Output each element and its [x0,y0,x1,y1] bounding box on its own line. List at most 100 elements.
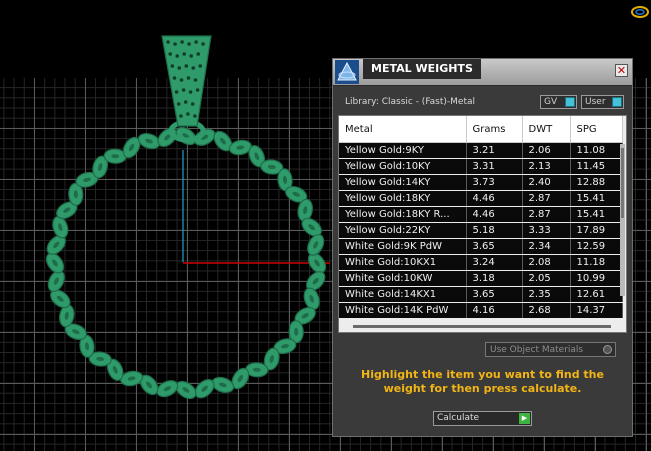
grams-cell: 3.21 [466,142,523,159]
dropdown-label: Use Object Materials [490,345,584,355]
table-row[interactable]: Yellow Gold:9KY 3.21 2.06 11.08 [339,142,623,159]
table-row[interactable]: White Gold:10KW 3.18 2.05 10.99 [339,270,623,287]
radio-knob-icon [603,345,612,354]
table-row[interactable]: Yellow Gold:18KY R... 4.46 2.87 15.41 [339,206,623,223]
spg-cell: 11.45 [570,158,623,175]
gumball-gizmo-icon[interactable] [630,4,650,20]
bail-perforation [186,112,190,116]
spg-cell: 12.61 [570,286,623,303]
bail-perforation [170,64,175,68]
dwt-cell: 2.08 [522,254,571,271]
bail-perforation [191,66,196,70]
bail-perforation [175,54,179,58]
metal-cell: Yellow Gold:9KY [339,142,467,159]
toggle-indicator-icon [612,97,622,107]
bail-perforation [189,54,193,58]
spg-cell: 10.99 [570,270,623,287]
table-row[interactable]: White Gold:14K PdW 4.16 2.68 14.37 [339,302,623,319]
bail-perforation [195,88,200,92]
rhino-app-icon [335,60,359,84]
table-row[interactable]: Yellow Gold:22KY 5.18 3.33 17.89 [339,222,623,239]
grams-cell: 4.46 [466,190,523,207]
library-label: Library: Classic - (Fast)-Metal [345,97,476,107]
grams-cell: 5.18 [466,222,523,239]
column-header-metal[interactable]: Metal [339,116,467,143]
spg-cell: 17.89 [570,222,623,239]
table-row[interactable]: White Gold:14KX1 3.65 2.35 12.61 [339,286,623,303]
spg-cell: 15.41 [570,206,623,223]
table-header-row: Metal Grams DWT SPG [339,116,623,143]
user-toggle-label: User [585,97,606,107]
bail-perforation [193,78,198,82]
bail-perforation [187,42,191,46]
calculate-label: Calculate [437,413,480,423]
bail-perforation [172,76,177,80]
column-header-grams[interactable]: Grams [466,116,523,143]
horizontal-scrollbar[interactable] [353,325,611,328]
table-row[interactable]: Yellow Gold:18KY 4.46 2.87 15.41 [339,190,623,207]
bail-perforation [166,40,170,44]
bail-perforation [174,90,179,94]
spg-cell: 12.88 [570,174,623,191]
bail-perforation [179,114,183,118]
grams-cell: 3.24 [466,254,523,271]
metal-cell: Yellow Gold:14KY [339,174,467,191]
bail-perforation [181,88,186,92]
vertical-scrollbar[interactable] [620,144,625,296]
grams-cell: 3.65 [466,286,523,303]
grams-cell: 3.18 [466,270,523,287]
bail-perforation [176,102,181,106]
table-row[interactable]: Yellow Gold:10KY 3.31 2.13 11.45 [339,158,623,175]
dwt-cell: 2.06 [522,142,571,159]
column-header-spg[interactable]: SPG [570,116,623,143]
metal-cell: White Gold:9K PdW [339,238,467,255]
scrollbar-thumb[interactable] [621,148,624,218]
grams-cell: 4.46 [466,206,523,223]
metal-cell: Yellow Gold:10KY [339,158,467,175]
calculate-button[interactable]: Calculate ▶ [433,411,532,426]
gv-toggle[interactable]: GV [540,95,577,109]
metal-weights-panel: METAL WEIGHTS ✕ Library: Classic - (Fast… [332,58,633,437]
table-row[interactable]: Yellow Gold:14KY 3.73 2.40 12.88 [339,174,623,191]
panel-titlebar[interactable]: METAL WEIGHTS ✕ [333,59,632,86]
grams-cell: 3.31 [466,158,523,175]
metal-cell: White Gold:14KX1 [339,286,467,303]
bail-perforation [168,52,172,56]
bail-perforation [194,40,198,44]
metal-cell: White Gold:14K PdW [339,302,467,319]
spg-cell: 15.41 [570,190,623,207]
bail-perforation [183,100,188,104]
column-header-dwt[interactable]: DWT [522,116,571,143]
table-row[interactable]: White Gold:10KX1 3.24 2.08 11.18 [339,254,623,271]
bail-perforation [186,76,191,80]
metal-table[interactable]: Metal Grams DWT SPG Yellow Gold:9KY 3.21 2… [338,115,627,333]
user-toggle[interactable]: User [581,95,624,109]
dwt-cell: 3.33 [522,222,571,239]
dwt-cell: 2.35 [522,286,571,303]
instruction-hint: Highlight the item you want to find the … [361,368,604,395]
grams-cell: 3.65 [466,238,523,255]
bail-perforation [190,102,195,106]
dwt-cell: 2.05 [522,270,571,287]
dwt-cell: 2.13 [522,158,571,175]
dwt-cell: 2.34 [522,238,571,255]
panel-title: METAL WEIGHTS [363,59,481,79]
dwt-cell: 2.40 [522,174,571,191]
gv-toggle-label: GV [544,97,558,107]
close-button[interactable]: ✕ [615,64,628,77]
spg-cell: 11.08 [570,142,623,159]
metal-cell: Yellow Gold:22KY [339,222,467,239]
metal-cell: Yellow Gold:18KY R... [339,206,467,223]
close-icon: ✕ [616,64,627,77]
bail-perforation [182,52,186,56]
spg-cell: 12.59 [570,238,623,255]
bail-perforation [173,42,177,46]
table-row[interactable]: White Gold:9K PdW 3.65 2.34 12.59 [339,238,623,255]
bail-perforation [179,78,184,82]
bail-perforation [180,40,184,44]
bail-perforation [198,64,203,68]
spg-cell: 14.37 [570,302,623,319]
metal-cell: White Gold:10KX1 [339,254,467,271]
bail-perforation [193,114,197,118]
use-object-materials-dropdown[interactable]: Use Object Materials [485,342,616,357]
